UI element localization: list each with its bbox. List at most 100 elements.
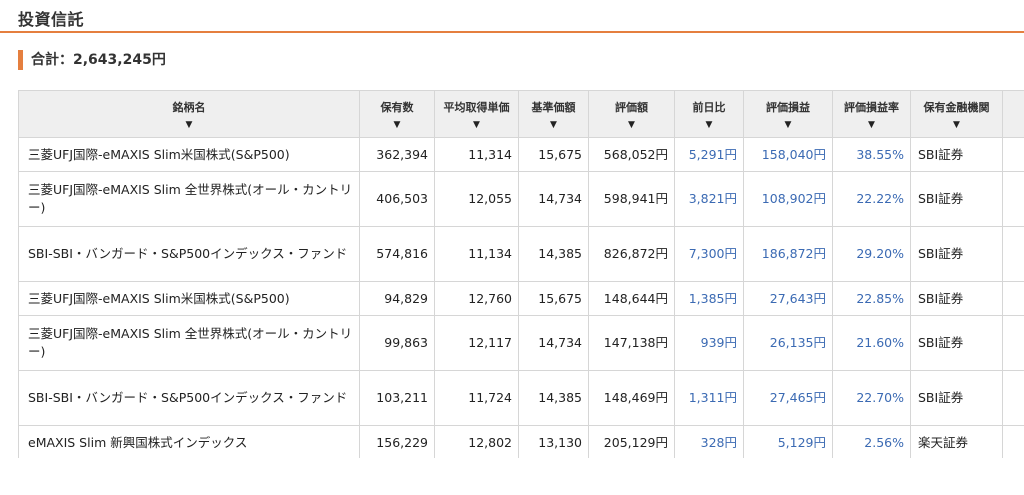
- nav-cell: 14,734: [518, 171, 589, 227]
- fund-name-cell: 三菱UFJ国際-eMAXIS Slim米国株式(S&P500): [18, 137, 360, 172]
- day-change-cell: 939円: [674, 315, 744, 371]
- sort-arrow-icon[interactable]: ▼: [437, 120, 516, 130]
- table-row: 三菱UFJ国際-eMAXIS Slim 全世界株式(オール・カントリー) 406…: [18, 171, 1024, 227]
- value-cell: 598,941円: [588, 171, 675, 227]
- column-header-value[interactable]: 評価額 ▼: [588, 90, 675, 138]
- sort-arrow-icon[interactable]: ▼: [521, 120, 586, 130]
- column-header-gain-rate[interactable]: 評価損益率 ▼: [832, 90, 911, 138]
- column-label: 保有金融機関: [923, 100, 990, 114]
- institution-cell: SBI証券: [910, 171, 1003, 227]
- institution-cell: SBI証券: [910, 226, 1003, 282]
- extra-cell: [1002, 137, 1024, 172]
- day-change-cell: 7,300円: [674, 226, 744, 282]
- column-header-day-change[interactable]: 前日比 ▼: [674, 90, 744, 138]
- column-label: 銘柄名: [172, 100, 206, 114]
- fund-name-cell: SBI-SBI・バンガード・S&P500インデックス・ファンド: [18, 370, 360, 426]
- total-summary: 合計：2,643,245円: [18, 50, 166, 70]
- shares-cell: 406,503: [359, 171, 435, 227]
- value-cell: 568,052円: [588, 137, 675, 172]
- gain-cell: 26,135円: [743, 315, 833, 371]
- nav-cell: 14,385: [518, 226, 589, 282]
- sort-arrow-icon[interactable]: ▼: [591, 120, 672, 130]
- fund-name-cell: eMAXIS Slim 新興国株式インデックス: [18, 425, 360, 458]
- institution-cell: SBI証券: [910, 315, 1003, 371]
- extra-cell: [1002, 425, 1024, 458]
- column-header-institution[interactable]: 保有金融機関 ▼: [910, 90, 1003, 138]
- extra-cell: [1002, 171, 1024, 227]
- avg-cost-cell: 12,802: [434, 425, 519, 458]
- avg-cost-cell: 11,134: [434, 226, 519, 282]
- column-header-nav[interactable]: 基準価額 ▼: [518, 90, 589, 138]
- table-row: 三菱UFJ国際-eMAXIS Slim米国株式(S&P500) 362,394 …: [18, 137, 1024, 172]
- gain-cell: 27,465円: [743, 370, 833, 426]
- column-header-extra: [1002, 90, 1024, 138]
- gain-rate-cell: 29.20%: [832, 226, 911, 282]
- gain-rate-cell: 22.70%: [832, 370, 911, 426]
- column-header-gain[interactable]: 評価損益 ▼: [743, 90, 833, 138]
- gain-cell: 27,643円: [743, 281, 833, 316]
- avg-cost-cell: 12,117: [434, 315, 519, 371]
- sort-arrow-icon[interactable]: ▼: [21, 120, 357, 130]
- column-header-name[interactable]: 銘柄名 ▼: [18, 90, 360, 138]
- shares-cell: 362,394: [359, 137, 435, 172]
- nav-cell: 15,675: [518, 281, 589, 316]
- nav-cell: 15,675: [518, 137, 589, 172]
- fund-name-cell: 三菱UFJ国際-eMAXIS Slim米国株式(S&P500): [18, 281, 360, 316]
- fund-name-cell: 三菱UFJ国際-eMAXIS Slim 全世界株式(オール・カントリー): [18, 315, 360, 371]
- column-label: 前日比: [692, 100, 726, 114]
- day-change-cell: 3,821円: [674, 171, 744, 227]
- column-label: 保有数: [380, 100, 414, 114]
- sort-arrow-icon[interactable]: ▼: [835, 120, 908, 130]
- value-cell: 205,129円: [588, 425, 675, 458]
- avg-cost-cell: 12,055: [434, 171, 519, 227]
- extra-cell: [1002, 315, 1024, 371]
- value-cell: 147,138円: [588, 315, 675, 371]
- gain-cell: 5,129円: [743, 425, 833, 458]
- column-header-shares[interactable]: 保有数 ▼: [359, 90, 435, 138]
- table-row: eMAXIS Slim 新興国株式インデックス 156,229 12,802 1…: [18, 425, 1024, 458]
- extra-cell: [1002, 226, 1024, 282]
- funds-table: 銘柄名 ▼ 保有数 ▼ 平均取得単価 ▼ 基準価額 ▼ 評価額 ▼ 前日比 ▼ 評価損益 ▼ …: [18, 90, 1024, 458]
- column-header-avg-cost[interactable]: 平均取得単価 ▼: [434, 90, 519, 138]
- shares-cell: 99,863: [359, 315, 435, 371]
- shares-cell: 574,816: [359, 226, 435, 282]
- funds-table-container: 銘柄名 ▼ 保有数 ▼ 平均取得単価 ▼ 基準価額 ▼ 評価額 ▼ 前日比 ▼ 評価損益 ▼ …: [18, 90, 1024, 458]
- fund-name-cell: 三菱UFJ国際-eMAXIS Slim 全世界株式(オール・カントリー): [18, 171, 360, 227]
- column-label: 平均取得単価: [443, 100, 510, 114]
- gain-rate-cell: 38.55%: [832, 137, 911, 172]
- gain-cell: 186,872円: [743, 226, 833, 282]
- avg-cost-cell: 12,760: [434, 281, 519, 316]
- institution-cell: SBI証券: [910, 281, 1003, 316]
- column-label: 評価損益率: [844, 100, 899, 114]
- extra-cell: [1002, 370, 1024, 426]
- gain-rate-cell: 21.60%: [832, 315, 911, 371]
- sort-arrow-icon[interactable]: ▼: [677, 120, 741, 130]
- title-divider: [0, 31, 1024, 33]
- table-row: SBI-SBI・バンガード・S&P500インデックス・ファンド 574,816 …: [18, 226, 1024, 282]
- shares-cell: 156,229: [359, 425, 435, 458]
- day-change-cell: 1,385円: [674, 281, 744, 316]
- avg-cost-cell: 11,314: [434, 137, 519, 172]
- sort-arrow-icon[interactable]: ▼: [746, 120, 830, 130]
- sort-arrow-icon[interactable]: ▼: [362, 120, 432, 130]
- extra-cell: [1002, 281, 1024, 316]
- column-label: 評価額: [615, 100, 648, 114]
- total-value: 2,643,245円: [73, 52, 166, 68]
- gain-rate-cell: 22.22%: [832, 171, 911, 227]
- table-row: 三菱UFJ国際-eMAXIS Slim 全世界株式(オール・カントリー) 99,…: [18, 315, 1024, 371]
- total-label: 合計：: [31, 52, 73, 68]
- table-row: SBI-SBI・バンガード・S&P500インデックス・ファンド 103,211 …: [18, 370, 1024, 426]
- institution-cell: SBI証券: [910, 370, 1003, 426]
- institution-cell: 楽天証券: [910, 425, 1003, 458]
- gain-rate-cell: 22.85%: [832, 281, 911, 316]
- nav-cell: 14,385: [518, 370, 589, 426]
- fund-name-cell: SBI-SBI・バンガード・S&P500インデックス・ファンド: [18, 226, 360, 282]
- value-cell: 826,872円: [588, 226, 675, 282]
- table-header-row: 銘柄名 ▼ 保有数 ▼ 平均取得単価 ▼ 基準価額 ▼ 評価額 ▼ 前日比 ▼ 評価損益 ▼ …: [18, 90, 1024, 138]
- day-change-cell: 5,291円: [674, 137, 744, 172]
- gain-rate-cell: 2.56%: [832, 425, 911, 458]
- shares-cell: 94,829: [359, 281, 435, 316]
- sort-arrow-icon[interactable]: ▼: [913, 120, 1000, 130]
- column-label: 基準価額: [531, 100, 576, 114]
- gain-cell: 158,040円: [743, 137, 833, 172]
